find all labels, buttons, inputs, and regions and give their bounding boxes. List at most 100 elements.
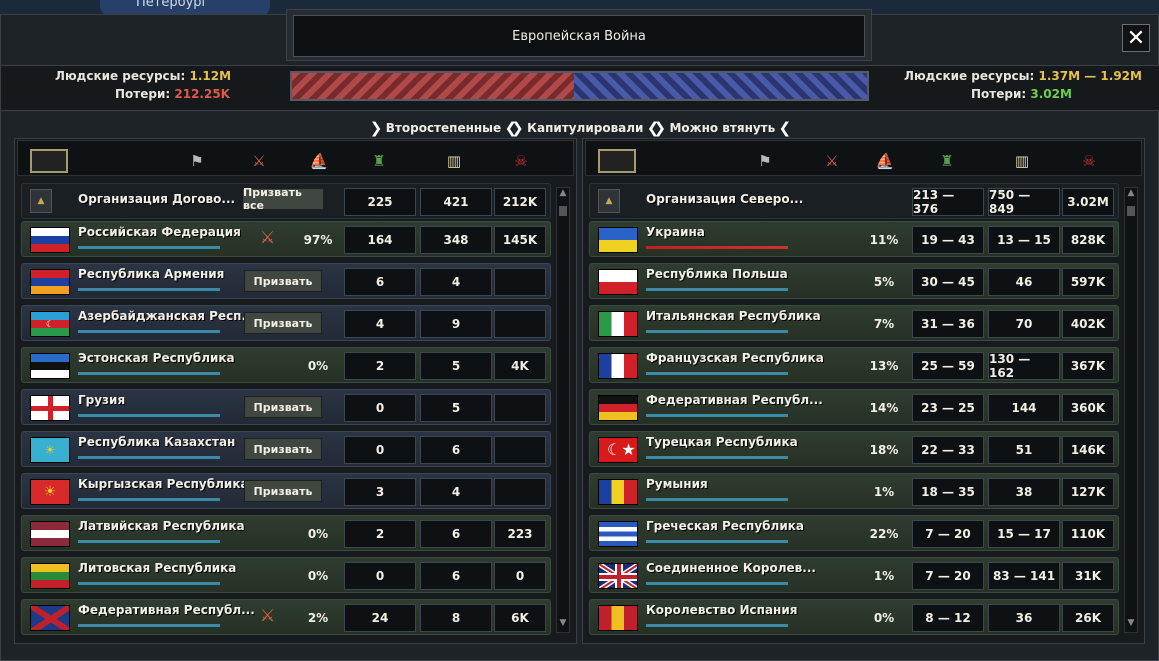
flag-icon bbox=[598, 227, 638, 253]
stat-cell: 8 bbox=[420, 604, 492, 632]
country-name: Латвийская Республика bbox=[78, 519, 245, 533]
country-row: Латвийская Республика 0% 2 6 223 bbox=[21, 515, 551, 551]
stat-cell bbox=[494, 310, 546, 338]
army-icon[interactable]: ♜ bbox=[368, 151, 390, 171]
stat-cell: 750 — 849 bbox=[988, 188, 1060, 216]
filter-can-join[interactable]: Можно втянуть bbox=[653, 119, 790, 137]
scrollbar[interactable]: ▲ ▼ bbox=[1124, 187, 1138, 633]
close-button[interactable]: ✕ bbox=[1122, 24, 1150, 52]
country-row: Грузия Призвать 0 5 bbox=[21, 389, 551, 425]
stat-cell: 46 bbox=[988, 268, 1060, 296]
industry-icon[interactable]: ▥ bbox=[1011, 151, 1033, 171]
country-bar bbox=[78, 582, 220, 585]
faction-row: ▲ Организация Догово... Призвать все 225 421… bbox=[21, 183, 551, 219]
war-leader-icon: ⚔ bbox=[260, 606, 276, 626]
call-to-arms-button[interactable]: Призвать bbox=[244, 312, 322, 334]
stat-cell: 9 bbox=[420, 310, 492, 338]
call-to-arms-button[interactable]: Призвать bbox=[244, 438, 322, 460]
call-to-arms-button[interactable]: Призвать bbox=[244, 270, 322, 292]
attacker-losses: Потери: 212.25K bbox=[115, 87, 230, 101]
stat-cell bbox=[494, 436, 546, 464]
scroll-up-icon[interactable]: ▲ bbox=[1125, 188, 1137, 202]
stat-cell: 26K bbox=[1062, 604, 1114, 632]
flag-icon bbox=[30, 353, 70, 379]
flag-icon bbox=[598, 269, 638, 295]
scrollbar[interactable]: ▲ ▼ bbox=[556, 187, 570, 633]
industry-icon[interactable]: ▥ bbox=[443, 151, 465, 171]
scroll-up-icon[interactable]: ▲ bbox=[557, 188, 569, 202]
country-bar bbox=[78, 246, 220, 249]
stat-cell: 97% bbox=[303, 233, 333, 247]
call-all-button[interactable]: Призвать все bbox=[242, 186, 324, 212]
collapse-toggle[interactable]: ▲ bbox=[598, 189, 620, 213]
flag-icon bbox=[30, 563, 70, 589]
stat-cell: 0% bbox=[307, 527, 329, 541]
country-row: Федеративная Республ... 14% 23 — 25 144 360K bbox=[589, 389, 1119, 425]
stat-cell: 828K bbox=[1062, 226, 1114, 254]
stat-cell: 145K bbox=[494, 226, 546, 254]
stat-cell: 6 bbox=[420, 436, 492, 464]
faction-name: Организация Северо... bbox=[646, 192, 804, 206]
country-bar bbox=[78, 540, 220, 543]
country-row: Литовская Республика 0% 0 6 0 bbox=[21, 557, 551, 593]
naval-icon[interactable]: ⛵ bbox=[308, 151, 330, 171]
country-bar bbox=[78, 288, 220, 291]
defender-manpower: Людские ресурсы: 1.37M — 1.92M bbox=[904, 69, 1142, 83]
stat-cell: 31 — 36 bbox=[912, 310, 984, 338]
stat-cell: 127K bbox=[1062, 478, 1114, 506]
filter-minor[interactable]: Второстепенные bbox=[370, 119, 518, 137]
stat-cell: 23 — 25 bbox=[912, 394, 984, 422]
defender-score-fill bbox=[573, 73, 867, 99]
country-bar bbox=[646, 498, 788, 501]
country-row: Украина 11% 19 — 43 13 — 15 828K bbox=[589, 221, 1119, 257]
stat-cell: 0 bbox=[344, 562, 416, 590]
stat-cell: 2% bbox=[307, 611, 329, 625]
skull-icon[interactable]: ☠ bbox=[510, 151, 532, 171]
crossed-swords-icon[interactable]: ⚔ bbox=[248, 151, 270, 171]
country-row: Республика Польша 5% 30 — 45 46 597K bbox=[589, 263, 1119, 299]
country-row: ☾ Азербайджанская Респ... Призвать 4 9 bbox=[21, 305, 551, 341]
stat-cell: 2 bbox=[344, 520, 416, 548]
country-name: Литовская Республика bbox=[78, 561, 237, 575]
scroll-down-icon[interactable]: ▼ bbox=[1125, 618, 1137, 632]
defender-losses: Потери: 3.02M bbox=[971, 87, 1072, 101]
country-bar bbox=[646, 288, 788, 291]
skull-icon[interactable]: ☠ bbox=[1078, 151, 1100, 171]
white-flag-icon[interactable]: ⚑ bbox=[186, 151, 208, 171]
call-to-arms-button[interactable]: Призвать bbox=[244, 480, 322, 502]
stat-cell: 6K bbox=[494, 604, 546, 632]
stat-cell bbox=[494, 478, 546, 506]
stat-cell: 421 bbox=[420, 188, 492, 216]
scroll-thumb[interactable] bbox=[559, 206, 567, 216]
stat-cell: 15 — 17 bbox=[988, 520, 1060, 548]
naval-icon[interactable]: ⛵ bbox=[874, 151, 896, 171]
scroll-thumb[interactable] bbox=[1127, 206, 1135, 216]
country-name: Украина bbox=[646, 225, 705, 239]
stat-cell: 30 — 45 bbox=[912, 268, 984, 296]
white-flag-icon[interactable]: ⚑ bbox=[754, 151, 776, 171]
flag-icon bbox=[598, 479, 638, 505]
country-row: Российская Федерация ⚔ 97% 164 348 145K bbox=[21, 221, 551, 257]
crossed-swords-icon[interactable]: ⚔ bbox=[821, 151, 843, 171]
stat-cell: 0 bbox=[494, 562, 546, 590]
filter-capitulated[interactable]: Капитулировали bbox=[511, 119, 660, 137]
stat-cell: 6 bbox=[344, 268, 416, 296]
stat-cell: 164 bbox=[344, 226, 416, 254]
attacker-manpower: Людские ресурсы: 1.12M bbox=[55, 69, 232, 83]
army-icon[interactable]: ♜ bbox=[936, 151, 958, 171]
stat-cell: 0% bbox=[873, 611, 895, 625]
scroll-down-icon[interactable]: ▼ bbox=[557, 618, 569, 632]
call-to-arms-button[interactable]: Призвать bbox=[244, 396, 322, 418]
country-name: Эстонская Республика bbox=[78, 351, 235, 365]
flag-icon bbox=[598, 605, 638, 631]
collapse-toggle[interactable]: ▲ bbox=[30, 189, 52, 213]
faction-name: Организация Догово... bbox=[78, 192, 236, 206]
stat-cell: 1% bbox=[873, 569, 895, 583]
stat-cell: 7 — 20 bbox=[912, 520, 984, 548]
window-title: Европейская Война bbox=[293, 15, 865, 57]
country-name: Кыргызская Республика bbox=[78, 477, 249, 491]
stat-cell: 5 bbox=[420, 394, 492, 422]
country-row: Французская Республика 13% 25 — 59 130 — 16… bbox=[589, 347, 1119, 383]
country-name: Республика Армения bbox=[78, 267, 225, 281]
flag-icon bbox=[598, 395, 638, 421]
